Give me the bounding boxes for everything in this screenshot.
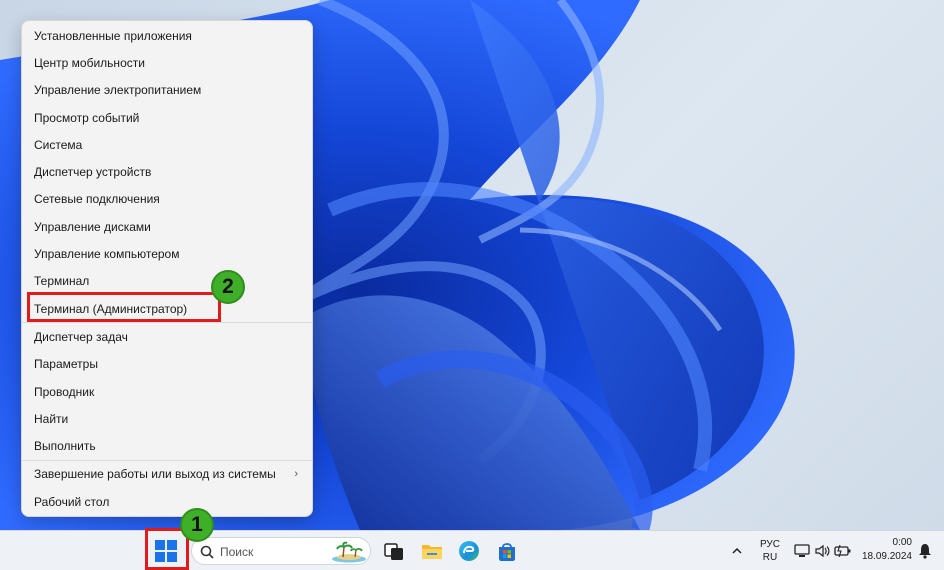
menu-item-terminal[interactable]: Терминал [22,268,312,295]
battery-icon[interactable] [834,543,852,559]
notification-bell-icon[interactable] [918,543,932,559]
menu-item-label: Центр мобильности [34,55,145,70]
menu-item-label: Диспетчер устройств [34,165,152,180]
step-badge-2: 2 [211,270,245,304]
menu-item-computer-management[interactable]: Управление компьютером [22,240,312,267]
menu-item-label: Управление компьютером [34,247,180,262]
menu-item-settings[interactable]: Параметры [22,351,312,378]
menu-item-system[interactable]: Система [22,131,312,158]
search-icon [200,545,214,559]
menu-item-run[interactable]: Выполнить [22,432,312,459]
menu-item-file-explorer[interactable]: Проводник [22,378,312,405]
clock-time: 0:00 [892,537,912,548]
menu-item-label: Рабочий стол [34,494,110,509]
menu-item-label: Проводник [34,384,95,399]
menu-item-label: Найти [34,411,69,426]
menu-item-label: Система [34,137,83,152]
taskbar-search-box[interactable]: Поиск [191,537,371,565]
task-view-icon[interactable] [384,541,404,561]
taskbar: Поиск РУС RU 0:00 18.09.2024 [0,530,944,570]
winx-context-menu: Установленные приложения Центр мобильнос… [21,20,313,517]
chevron-right-icon: › [294,467,298,480]
store-icon[interactable] [496,540,518,562]
network-icon[interactable] [794,543,810,559]
menu-item-label: Параметры [34,357,98,372]
menu-item-power-options[interactable]: Управление электропитанием [22,77,312,104]
menu-item-device-manager[interactable]: Диспетчер устройств [22,158,312,185]
menu-item-label: Диспетчер задач [34,329,128,344]
menu-item-label: Установленные приложения [34,28,192,43]
menu-item-mobility-center[interactable]: Центр мобильности [22,49,312,76]
menu-item-search[interactable]: Найти [22,405,312,432]
search-highlight-island-icon [332,541,366,563]
menu-item-label: Завершение работы или выход из системы [34,467,276,482]
highlight-box-terminal-admin [27,292,221,322]
keyboard-layout: RU [762,552,778,563]
search-placeholder: Поиск [220,545,254,559]
language-code: РУС [759,539,781,550]
chevron-up-icon[interactable] [731,544,743,556]
menu-item-label: Управление дисками [34,219,151,234]
menu-item-label: Выполнить [34,439,96,454]
menu-item-label: Просмотр событий [34,110,140,125]
menu-item-event-viewer[interactable]: Просмотр событий [22,104,312,131]
menu-item-label: Терминал [34,274,90,289]
menu-item-label: Управление электропитанием [34,83,202,98]
clock[interactable]: 0:00 18.09.2024 [860,537,912,565]
file-explorer-icon[interactable] [421,540,443,562]
menu-item-installed-apps[interactable]: Установленные приложения [22,22,312,49]
menu-item-task-manager[interactable]: Диспетчер задач [22,323,312,350]
step-badge-1: 1 [180,508,214,542]
menu-item-disk-management[interactable]: Управление дисками [22,213,312,240]
menu-item-desktop[interactable]: Рабочий стол [22,488,312,515]
menu-item-shutdown-signout[interactable]: Завершение работы или выход из системы › [22,461,312,488]
edge-icon[interactable] [458,540,480,562]
menu-item-label: Сетевые подключения [34,192,160,207]
clock-date: 18.09.2024 [861,551,912,562]
step-number: 2 [222,275,234,298]
step-number: 1 [191,513,203,536]
volume-icon[interactable] [814,543,830,559]
menu-item-network-connections[interactable]: Сетевые подключения [22,186,312,213]
language-indicator[interactable]: РУС RU [756,539,784,565]
